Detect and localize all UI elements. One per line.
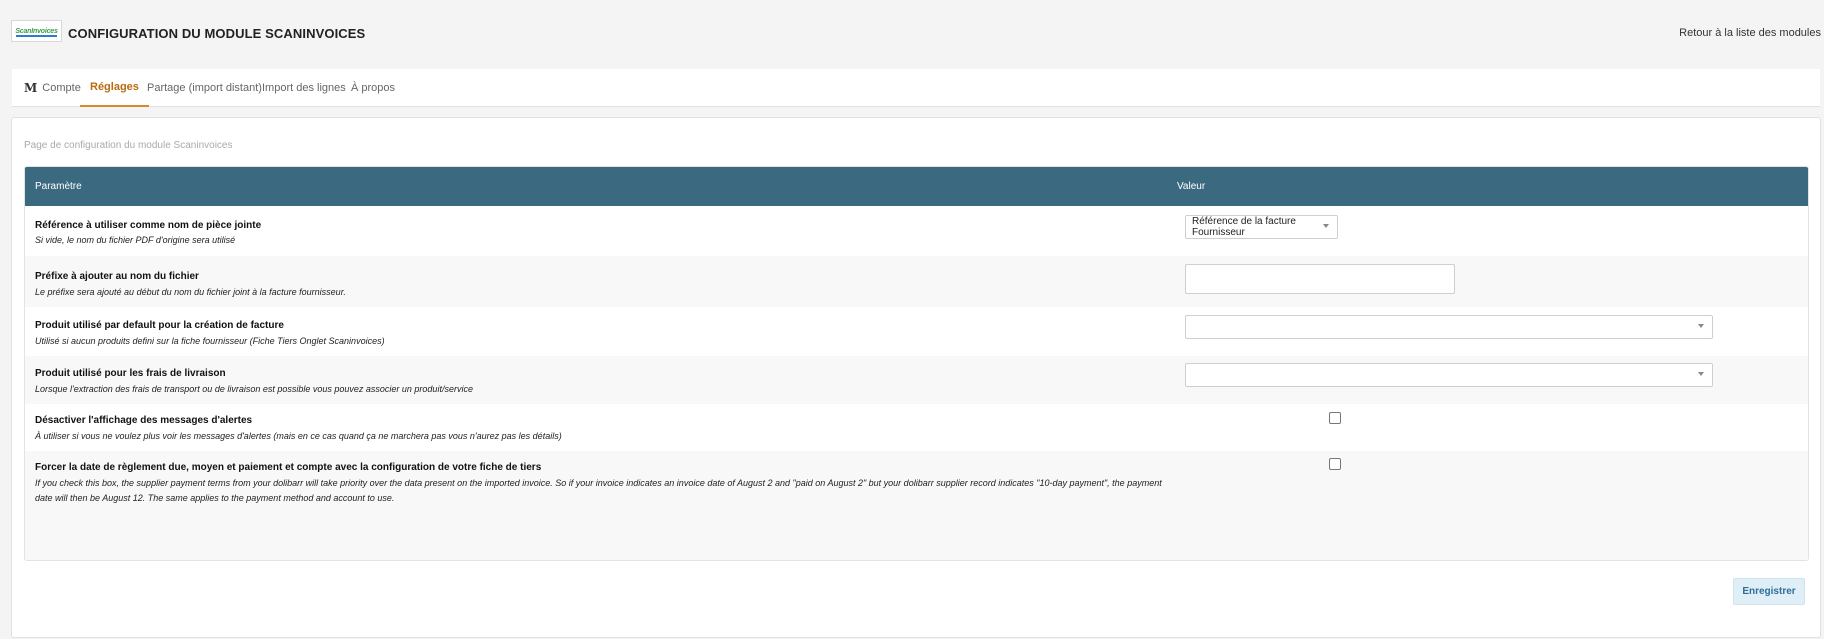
column-header-value: Valeur [1177, 181, 1206, 192]
settings-table: Paramètre Valeur Référence à utiliser co… [24, 166, 1809, 561]
setting-label: Désactiver l'affichage des messages d'al… [35, 415, 253, 426]
column-header-param: Paramètre [35, 181, 82, 192]
chevron-down-icon [1323, 224, 1329, 228]
page-header: ScanInvoices CONFIGURATION DU MODULE SCA… [0, 0, 1824, 66]
table-row: Forcer la date de règlement due, moyen e… [25, 451, 1808, 560]
table-row: Référence à utiliser comme nom de pièce … [25, 206, 1808, 256]
default-product-select[interactable] [1185, 315, 1713, 339]
tab-a-propos[interactable]: À propos [351, 69, 395, 107]
chevron-down-icon [1698, 324, 1704, 328]
save-button[interactable]: Enregistrer [1733, 578, 1805, 605]
setting-help: If you check this box, the supplier paym… [35, 478, 1162, 503]
table-row: Préfixe à ajouter au nom du fichier Le p… [25, 256, 1808, 307]
logo-text: ScanInvoices [15, 27, 58, 35]
chevron-down-icon [1698, 372, 1704, 376]
tab-label: Partage (import distant) [147, 82, 262, 94]
tab-compte[interactable]: M Compte [24, 69, 81, 107]
setting-help: Utilisé si aucun produits defini sur la … [35, 336, 385, 346]
setting-help: Lorsque l'extraction des frais de transp… [35, 384, 473, 394]
tab-label: Compte [42, 82, 81, 94]
setting-help: Si vide, le nom du fichier PDF d'origine… [35, 235, 236, 245]
tab-partage[interactable]: Partage (import distant) [147, 69, 262, 107]
logo-underline [16, 35, 57, 37]
back-to-modules-link[interactable]: Retour à la liste des modules [1679, 27, 1821, 39]
disable-alerts-checkbox[interactable] [1329, 412, 1341, 424]
panel-description: Page de configuration du module Scaninvo… [24, 140, 233, 151]
shipping-product-select[interactable] [1185, 363, 1713, 387]
setting-label: Produit utilisé par default pour la créa… [35, 320, 284, 331]
tab-import-lignes[interactable]: Import des lignes [262, 69, 346, 107]
tab-bar: M Compte Réglages Partage (import distan… [12, 69, 1820, 107]
settings-panel: Page de configuration du module Scaninvo… [11, 117, 1821, 638]
attachment-reference-select[interactable]: Référence de la facture Fournisseur [1185, 215, 1338, 239]
filename-prefix-input[interactable] [1185, 264, 1455, 294]
setting-help: À utiliser si vous ne voulez plus voir l… [35, 431, 562, 441]
module-logo: ScanInvoices [11, 20, 62, 42]
tab-label: À propos [351, 82, 396, 94]
setting-label: Référence à utiliser comme nom de pièce … [35, 220, 262, 231]
setting-label: Produit utilisé pour les frais de livrai… [35, 368, 226, 379]
table-row: Désactiver l'affichage des messages d'al… [25, 404, 1808, 451]
force-payment-terms-checkbox[interactable] [1329, 458, 1341, 470]
tab-label: Import des lignes [262, 82, 346, 94]
table-row: Produit utilisé par default pour la créa… [25, 307, 1808, 356]
page-title: CONFIGURATION DU MODULE SCANINVOICES [68, 26, 366, 41]
table-row: Produit utilisé pour les frais de livrai… [25, 356, 1808, 404]
setting-label: Forcer la date de règlement due, moyen e… [35, 462, 542, 473]
tab-reglages[interactable]: Réglages [80, 69, 149, 107]
table-header: Paramètre Valeur [25, 167, 1808, 206]
select-value: Référence de la facture Fournisseur [1192, 216, 1296, 238]
setting-label: Préfixe à ajouter au nom du fichier [35, 271, 199, 282]
m-logo-icon: M [24, 81, 38, 95]
setting-help: Le préfixe sera ajouté au début du nom d… [35, 287, 346, 297]
tab-label: Réglages [90, 81, 139, 93]
